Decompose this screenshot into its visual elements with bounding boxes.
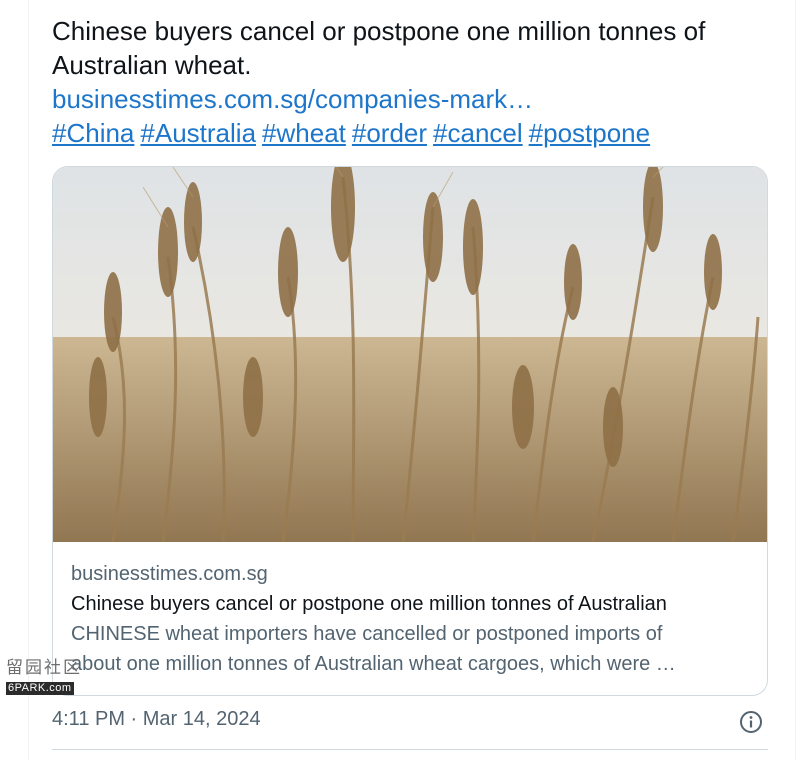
tweet-text-line-1: Chinese buyers cancel or postpone one mi… — [52, 16, 706, 46]
card-title[interactable]: Chinese buyers cancel or postpone one mi… — [71, 589, 751, 619]
hashtag-order[interactable]: #order — [352, 118, 427, 148]
tweet-text-line-2: Australian wheat. — [52, 50, 252, 80]
info-icon[interactable] — [739, 710, 763, 734]
hashtag-cancel[interactable]: #cancel — [433, 118, 523, 148]
tweet-link[interactable]: businesstimes.com.sg/companies-mark… — [52, 82, 772, 116]
footer-divider — [52, 749, 768, 750]
watermark-chars: 留园社区 — [6, 658, 82, 677]
card-domain: businesstimes.com.sg — [71, 563, 268, 585]
hashtag-postpone[interactable]: #postpone — [529, 118, 650, 148]
card-description-line-2: about one million tonnes of Australian w… — [71, 653, 676, 675]
card-meta: businesstimes.com.sg Chinese buyers canc… — [71, 559, 751, 679]
link-preview-card[interactable]: businesstimes.com.sg Chinese buyers canc… — [52, 166, 768, 696]
card-description-line-1: CHINESE wheat importers have cancelled o… — [71, 623, 663, 645]
watermark-url: 6PARK.com — [6, 682, 74, 695]
wheat-field-image[interactable] — [53, 167, 767, 542]
hashtag-china[interactable]: #China — [52, 118, 134, 148]
hashtag-list: #China #Australia #wheat #order #cancel #post… — [52, 116, 772, 150]
tweet-timestamp[interactable]: 4:11 PM · Mar 14, 2024 — [52, 708, 261, 731]
hashtag-wheat[interactable]: #wheat — [262, 118, 346, 148]
watermark-logo: 留园社区 6PARK.com — [6, 658, 100, 696]
hashtag-australia[interactable]: #Australia — [140, 118, 256, 148]
tweet-body: Chinese buyers cancel or postpone one mi… — [52, 14, 772, 150]
